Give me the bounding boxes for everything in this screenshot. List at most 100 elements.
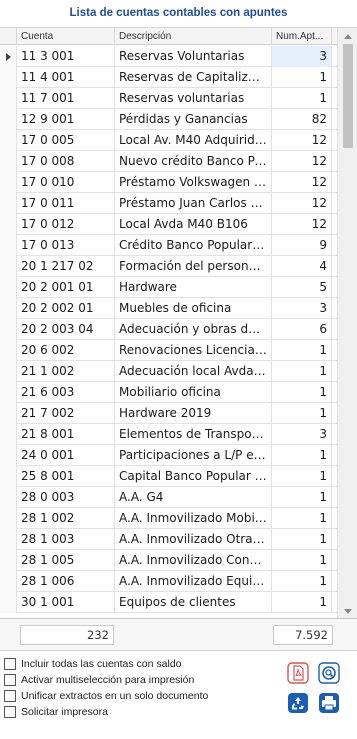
column-header-descripcion[interactable]: Descripción [115, 28, 272, 45]
cell-cuenta[interactable]: 17 0 013 [17, 235, 115, 256]
row-indicator[interactable] [0, 172, 17, 193]
cell-descripcion[interactable]: Pérdidas y Ganancias [115, 109, 272, 130]
cell-descripcion[interactable]: Renovaciones Licencias ... [115, 340, 272, 361]
row-indicator[interactable] [0, 529, 17, 550]
row-indicator[interactable] [0, 487, 17, 508]
unify-checkbox[interactable] [4, 690, 16, 702]
table-row[interactable]: 28 1 002 A.A. Inmovilizado Mobili... 1 [0, 508, 337, 529]
cell-descripcion[interactable]: Reservas Voluntarias [115, 46, 272, 67]
multiselect-checkbox[interactable] [4, 674, 16, 686]
search-button[interactable] [318, 662, 340, 684]
cell-cuenta[interactable]: 17 0 010 [17, 172, 115, 193]
row-indicator[interactable] [0, 130, 17, 151]
row-indicator[interactable] [0, 508, 17, 529]
cell-num-apuntes[interactable]: 1 [272, 592, 332, 613]
cell-num-apuntes[interactable]: 12 [272, 193, 332, 214]
cell-descripcion[interactable]: A.A. Inmovilizado Equip... [115, 571, 272, 592]
vertical-scrollbar[interactable] [337, 28, 357, 618]
table-row[interactable]: 17 0 010 Préstamo Volkswagen F... 12 [0, 172, 337, 193]
request-printer-checkbox[interactable] [4, 706, 16, 718]
row-indicator[interactable] [0, 319, 17, 340]
row-indicator[interactable] [0, 88, 17, 109]
cell-num-apuntes[interactable]: 1 [272, 445, 332, 466]
row-indicator[interactable] [0, 403, 17, 424]
cell-cuenta[interactable]: 25 8 001 [17, 466, 115, 487]
cell-num-apuntes[interactable]: 12 [272, 214, 332, 235]
cell-num-apuntes[interactable]: 1 [272, 340, 332, 361]
row-selected-indicator-icon[interactable] [0, 46, 17, 67]
scroll-up-icon[interactable] [344, 34, 352, 39]
cell-descripcion[interactable]: Adecuación local Avda ... [115, 361, 272, 382]
cell-num-apuntes[interactable]: 1 [272, 67, 332, 88]
row-indicator[interactable] [0, 571, 17, 592]
table-row[interactable]: 21 7 002 Hardware 2019 1 [0, 403, 337, 424]
table-row[interactable]: 30 1 001 Equipos de clientes 1 [0, 592, 337, 613]
cell-num-apuntes[interactable]: 5 [272, 277, 332, 298]
cell-descripcion[interactable]: A.A. Inmovilizado Otras ... [115, 529, 272, 550]
print-button[interactable] [318, 692, 340, 714]
row-indicator[interactable] [0, 445, 17, 466]
cell-cuenta[interactable]: 28 1 002 [17, 508, 115, 529]
row-indicator[interactable] [0, 466, 17, 487]
cell-cuenta[interactable]: 11 3 001 [17, 46, 115, 67]
cell-descripcion[interactable]: A.A. G4 [115, 487, 272, 508]
cell-num-apuntes[interactable]: 1 [272, 403, 332, 424]
table-row[interactable]: 24 0 001 Participaciones a L/P en... 1 [0, 445, 337, 466]
cell-cuenta[interactable]: 12 9 001 [17, 109, 115, 130]
cell-num-apuntes[interactable]: 4 [272, 256, 332, 277]
table-row[interactable]: 28 1 003 A.A. Inmovilizado Otras ... 1 [0, 529, 337, 550]
table-row[interactable]: 28 0 003 A.A. G4 1 [0, 487, 337, 508]
cell-num-apuntes[interactable]: 12 [272, 172, 332, 193]
cell-cuenta[interactable]: 30 1 001 [17, 592, 115, 613]
export-pdf-button[interactable] [287, 662, 309, 684]
row-indicator[interactable] [0, 193, 17, 214]
cell-descripcion[interactable]: Mobiliario oficina [115, 382, 272, 403]
cell-descripcion[interactable]: Hardware [115, 277, 272, 298]
cell-cuenta[interactable]: 28 1 005 [17, 550, 115, 571]
cell-descripcion[interactable]: Reservas de Capitalizaci... [115, 67, 272, 88]
cell-cuenta[interactable]: 11 4 001 [17, 67, 115, 88]
cell-num-apuntes[interactable]: 1 [272, 487, 332, 508]
table-row[interactable]: 28 1 005 A.A. Inmovilizado Const... 1 [0, 550, 337, 571]
table-row[interactable]: 17 0 011 Préstamo Juan Carlos L... 12 [0, 193, 337, 214]
row-indicator[interactable] [0, 214, 17, 235]
table-row[interactable]: 11 7 001 Reservas voluntarias 1 [0, 88, 337, 109]
row-indicator[interactable] [0, 235, 17, 256]
row-indicator[interactable] [0, 340, 17, 361]
cell-descripcion[interactable]: Nuevo crédito Banco Po... [115, 151, 272, 172]
cell-num-apuntes[interactable]: 3 [272, 424, 332, 445]
table-row[interactable]: 20 6 002 Renovaciones Licencias ... 1 [0, 340, 337, 361]
cell-num-apuntes[interactable]: 12 [272, 130, 332, 151]
cell-num-apuntes[interactable]: 9 [272, 235, 332, 256]
cell-cuenta[interactable]: 21 1 002 [17, 361, 115, 382]
cell-num-apuntes[interactable]: 1 [272, 571, 332, 592]
cell-cuenta[interactable]: 20 1 217 02 [17, 256, 115, 277]
cell-num-apuntes[interactable]: 3 [272, 298, 332, 319]
table-row[interactable]: 17 0 008 Nuevo crédito Banco Po... 12 [0, 151, 337, 172]
table-row[interactable]: 25 8 001 Capital Banco Popular D... 1 [0, 466, 337, 487]
table-row[interactable]: 21 1 002 Adecuación local Avda ... 1 [0, 361, 337, 382]
accounts-grid[interactable]: Cuenta Descripción Num.Apt... 11 3 001 Re… [0, 27, 357, 619]
cell-num-apuntes[interactable]: 3 [272, 46, 332, 67]
row-indicator[interactable] [0, 361, 17, 382]
cell-descripcion[interactable]: Reservas voluntarias [115, 88, 272, 109]
row-indicator[interactable] [0, 592, 17, 613]
row-indicator[interactable] [0, 151, 17, 172]
row-indicator[interactable] [0, 67, 17, 88]
cell-num-apuntes[interactable]: 82 [272, 109, 332, 130]
cell-descripcion[interactable]: Muebles de oficina [115, 298, 272, 319]
cell-descripcion[interactable]: Local Avda M40 B106 [115, 214, 272, 235]
cell-num-apuntes[interactable]: 1 [272, 466, 332, 487]
scroll-thumb[interactable] [343, 44, 353, 148]
table-row[interactable]: 20 2 003 04 Adecuación y obras del l... 6 [0, 319, 337, 340]
table-row[interactable]: 21 6 003 Mobiliario oficina 1 [0, 382, 337, 403]
cell-descripcion[interactable]: A.A. Inmovilizado Const... [115, 550, 272, 571]
cell-num-apuntes[interactable]: 1 [272, 529, 332, 550]
cell-num-apuntes[interactable]: 1 [272, 382, 332, 403]
table-row[interactable]: 11 4 001 Reservas de Capitalizaci... 1 [0, 67, 337, 88]
cell-cuenta[interactable]: 21 7 002 [17, 403, 115, 424]
cell-cuenta[interactable]: 20 2 003 04 [17, 319, 115, 340]
cell-num-apuntes[interactable]: 1 [272, 361, 332, 382]
scroll-down-icon[interactable] [344, 609, 352, 614]
column-header-num-apuntes[interactable]: Num.Apt... [272, 28, 332, 45]
